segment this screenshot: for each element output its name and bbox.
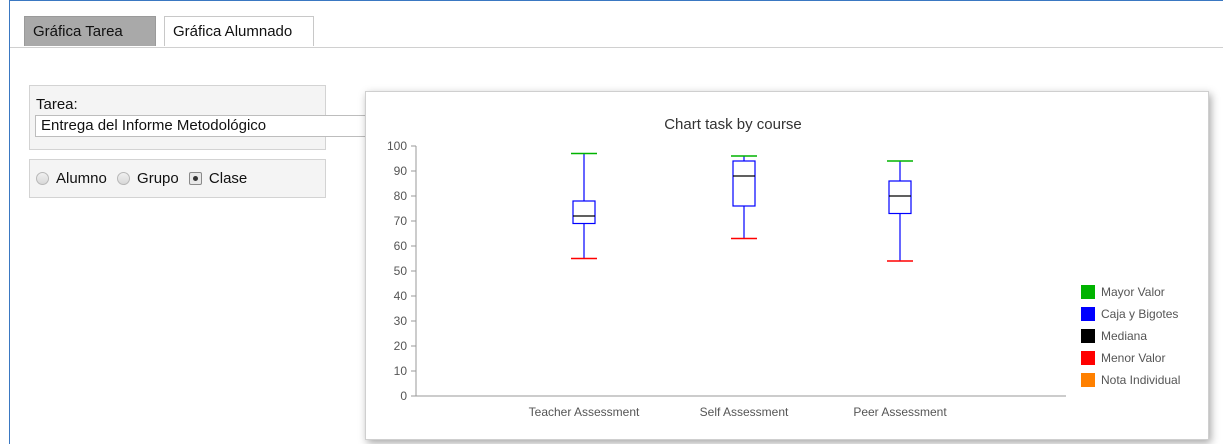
radio-clase-label: Clase [208, 170, 248, 187]
legend-swatch [1081, 351, 1095, 365]
legend-label: Menor Valor [1101, 351, 1165, 365]
legend-label: Caja y Bigotes [1101, 307, 1178, 321]
tab-grafica-alumnado[interactable]: Gráfica Alumnado [164, 16, 314, 46]
y-tick-label: 20 [394, 339, 408, 353]
legend-swatch [1081, 307, 1095, 321]
box-plot-chart: Chart task by course 0 10 20 30 40 50 60 70 80 90 1… [387, 116, 1180, 419]
chart-title: Chart task by course [664, 116, 802, 133]
y-tick-label: 50 [394, 264, 408, 278]
radio-alumno-label: Alumno [56, 170, 107, 187]
y-tick-label: 0 [400, 389, 407, 403]
x-tick-label: Self Assessment [700, 405, 789, 419]
box-iqr [888, 180, 912, 215]
legend-swatch [1081, 285, 1095, 299]
legend-swatch [1081, 373, 1095, 387]
tarea-select[interactable]: Entrega del Informe Metodológico ▼ [35, 115, 385, 137]
x-tick-label: Peer Assessment [853, 405, 947, 419]
box-iqr [572, 200, 596, 225]
chart-container: Chart task by course 0 10 20 30 40 50 60 70 80 90 1… [365, 91, 1209, 440]
radio-clase[interactable] [188, 172, 202, 185]
legend-label: Mayor Valor [1101, 285, 1165, 299]
tab-grafica-tarea[interactable]: Gráfica Tarea [24, 16, 156, 46]
y-tick-label: 60 [394, 239, 408, 253]
tarea-label: Tarea: [36, 96, 78, 113]
view-options-panel: Alumno Grupo Clase [29, 159, 326, 198]
y-tick-label: 40 [394, 289, 408, 303]
radio-grupo-label: Grupo [137, 170, 179, 187]
y-tick-label: 80 [394, 189, 408, 203]
box-iqr [732, 160, 756, 207]
legend-swatch [1081, 329, 1095, 343]
y-tick-label: 90 [394, 164, 408, 178]
y-tick-label: 70 [394, 214, 408, 228]
app-frame: Gráfica Tarea Gráfica Alumnado Tarea: En… [9, 0, 1223, 444]
x-tick-label: Teacher Assessment [529, 405, 640, 419]
radio-alumno[interactable] [36, 172, 49, 185]
y-tick-label: 100 [387, 139, 407, 153]
tarea-panel: Tarea: Entrega del Informe Metodológico … [29, 85, 385, 150]
legend-label: Nota Individual [1101, 373, 1180, 387]
y-tick-label: 30 [394, 314, 408, 328]
legend-label: Mediana [1101, 329, 1147, 343]
y-tick-label: 10 [394, 364, 408, 378]
view-options-row: Alumno Grupo Clase [36, 170, 253, 187]
tab-bar: Gráfica Tarea Gráfica Alumnado [10, 1, 1223, 48]
tarea-select-value: Entrega del Informe Metodológico [41, 117, 267, 134]
radio-grupo[interactable] [117, 172, 131, 185]
